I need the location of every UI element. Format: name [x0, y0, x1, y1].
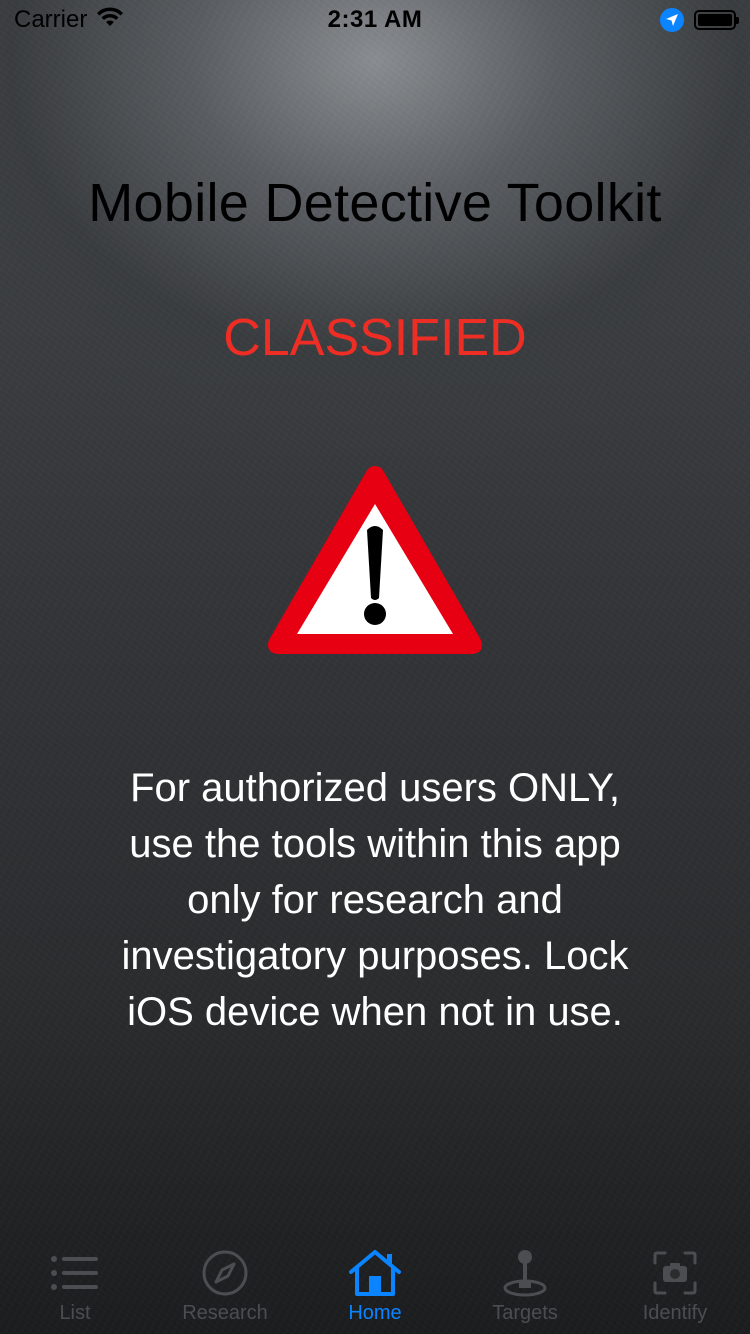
tab-label: Identify: [642, 1302, 708, 1324]
battery-icon: [693, 10, 739, 30]
carrier-label: Carrier: [14, 6, 88, 33]
home-icon: [347, 1248, 403, 1298]
warning-triangle-icon: [263, 460, 487, 660]
compass-icon: [197, 1248, 253, 1298]
tab-label: Home: [348, 1302, 402, 1324]
status-left: Carrier: [14, 6, 214, 35]
tab-research[interactable]: Research: [150, 1236, 300, 1334]
status-right: [536, 8, 739, 32]
app-title: Mobile Detective Toolkit: [88, 173, 662, 233]
tab-identify[interactable]: Identify: [600, 1236, 750, 1334]
tab-list[interactable]: List: [0, 1236, 150, 1334]
tab-home[interactable]: Home: [300, 1236, 450, 1334]
status-bar: Carrier 2:31 AM: [0, 0, 750, 40]
status-time: 2:31 AM: [327, 6, 423, 33]
joystick-icon: [497, 1248, 553, 1298]
tab-label: Research: [182, 1302, 268, 1324]
list-icon: [47, 1248, 103, 1298]
wifi-icon: [95, 6, 125, 35]
tab-label: Targets: [492, 1302, 558, 1324]
tab-targets[interactable]: Targets: [450, 1236, 600, 1334]
tab-label: List: [59, 1302, 91, 1324]
location-icon: [659, 8, 684, 32]
tab-bar: List Research Home Targets Identify: [0, 1236, 750, 1334]
camera-scan-icon: [647, 1248, 703, 1298]
classified-label: CLASSIFIED: [223, 309, 527, 367]
authorization-notice: For authorized users ONLY, use the tools…: [121, 766, 629, 1034]
